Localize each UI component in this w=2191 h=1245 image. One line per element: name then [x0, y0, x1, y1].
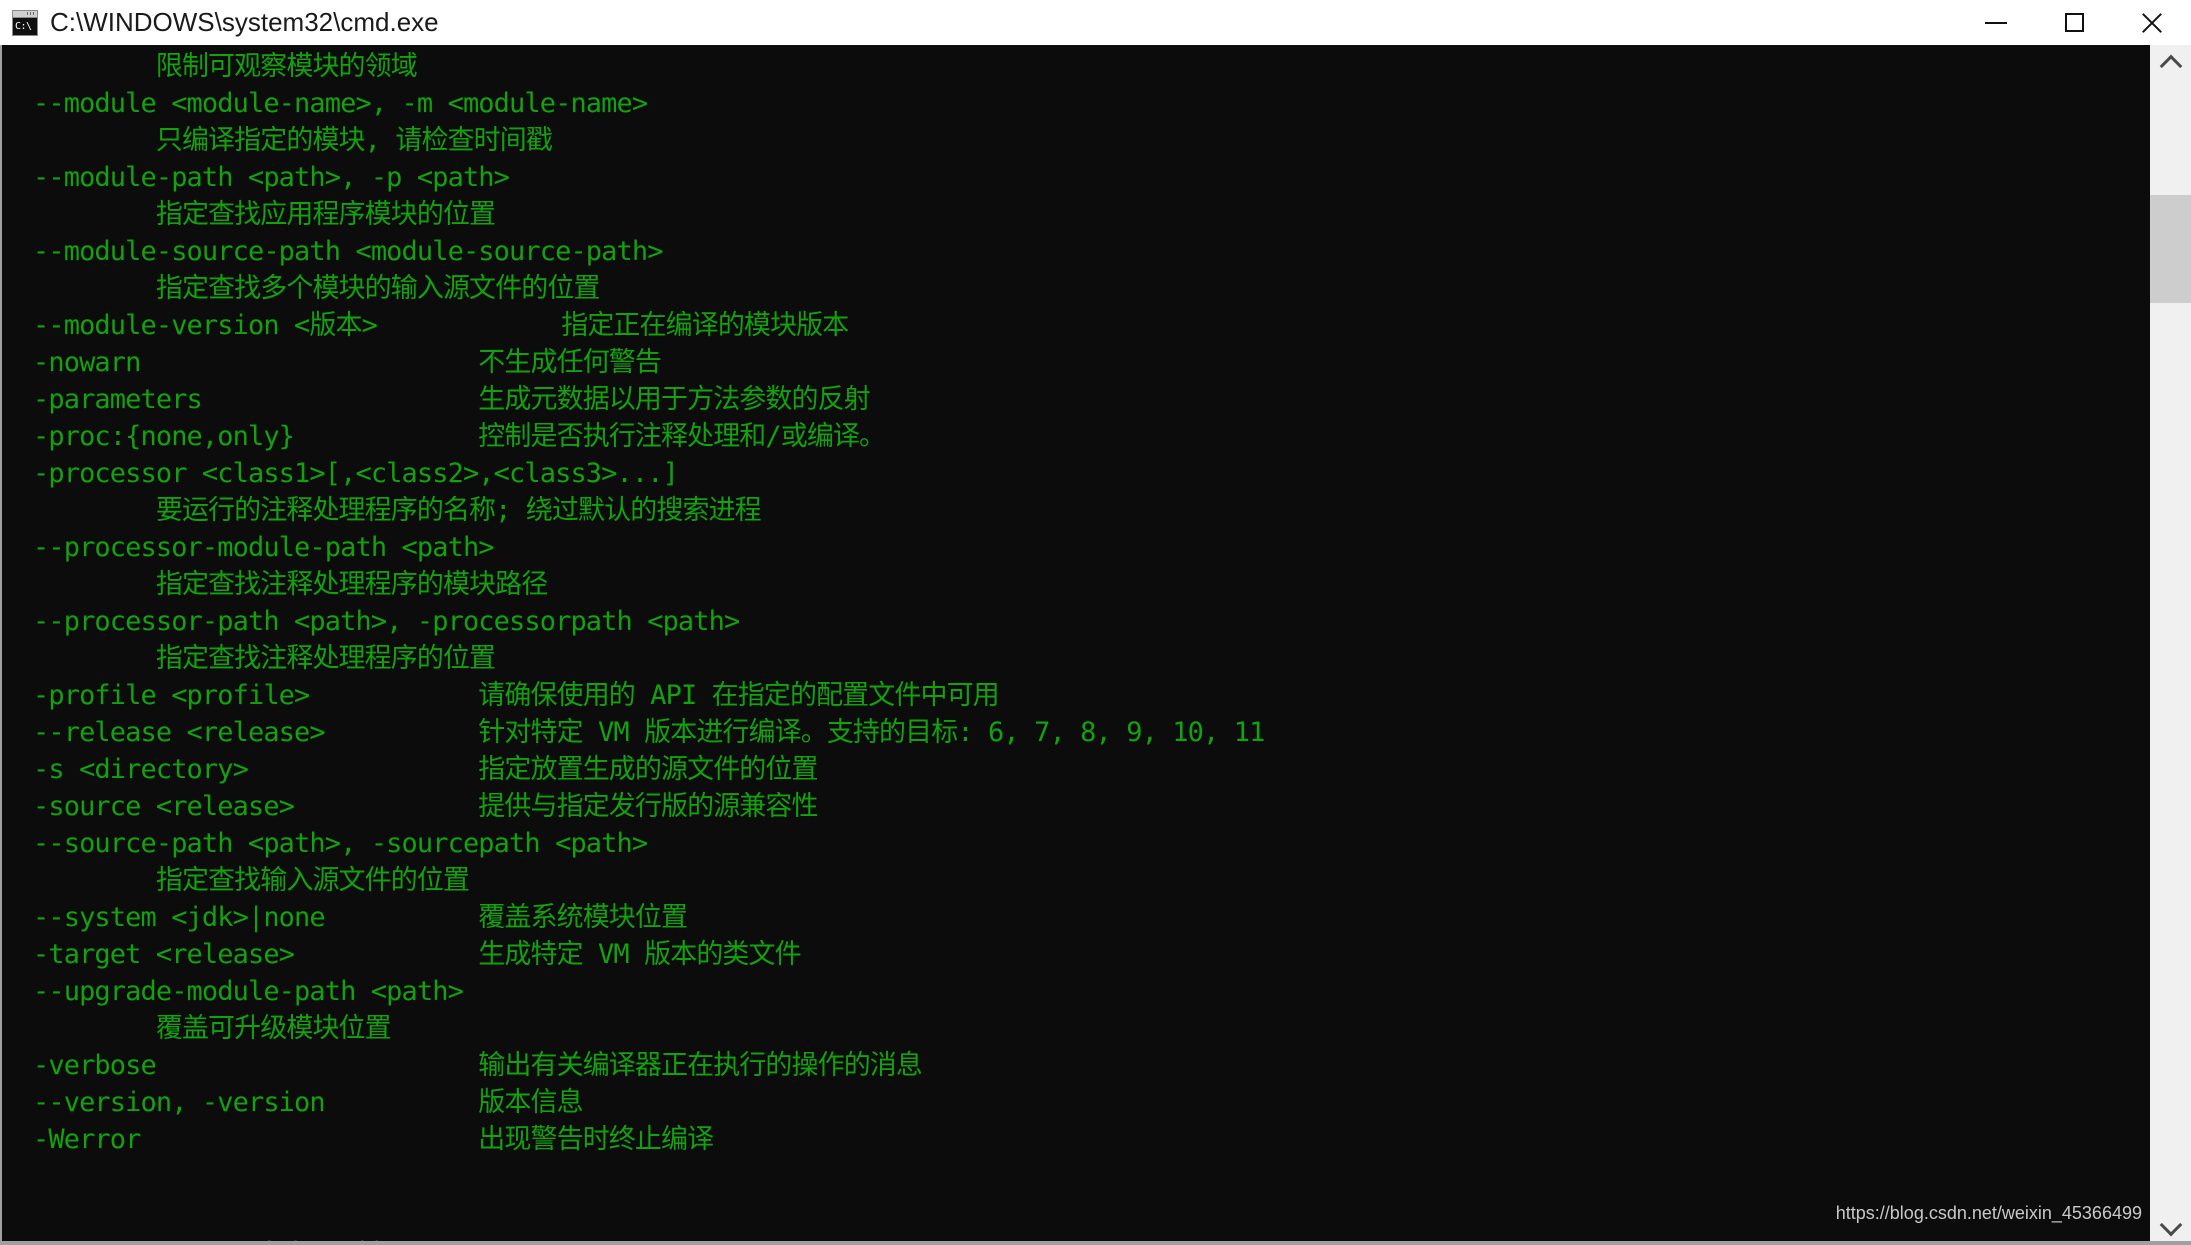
close-button[interactable] [2113, 0, 2191, 45]
window-left-border [0, 45, 2, 1245]
console-line: --processor-path <path>, -processorpath … [33, 606, 740, 637]
console-line: --module-source-path <module-source-path… [33, 236, 663, 267]
chevron-up-icon [2159, 54, 2182, 77]
console-line: 要运行的注释处理程序的名称; 绕过默认的搜索进程 [33, 495, 762, 526]
title-bar-left: C:\ C:\WINDOWS\system32\cmd.exe [0, 7, 1957, 38]
chevron-down-icon [2159, 1213, 2182, 1236]
window-bottom-border [0, 1241, 2191, 1245]
console-line: -profile <profile> 请确保使用的 API 在指定的配置文件中可… [33, 680, 1000, 711]
console-line: -processor <class1>[,<class2>,<class3>..… [33, 458, 679, 489]
close-icon [2140, 11, 2164, 35]
minimize-button[interactable] [1957, 0, 2035, 45]
minimize-icon [1985, 21, 2007, 24]
scroll-up-button[interactable] [2150, 45, 2191, 81]
console-prompt-line[interactable]: C:\Users\caizhengjie> [0, 1197, 432, 1241]
scrollbar-thumb[interactable] [2150, 195, 2191, 303]
console-line: --module-path <path>, -p <path> [33, 162, 510, 193]
console-line: 指定查找注释处理程序的模块路径 [33, 569, 548, 600]
console-line: 限制可观察模块的领域 [33, 51, 418, 82]
cmd-icon: C:\ [12, 9, 38, 36]
console-line: -nowarn 不生成任何警告 [33, 347, 662, 378]
console-line: 指定查找输入源文件的位置 [33, 865, 470, 896]
console-line: -source <release> 提供与指定发行版的源兼容性 [33, 791, 819, 822]
console-line: 覆盖可升级模块位置 [33, 1013, 392, 1044]
console-line: 指定查找多个模块的输入源文件的位置 [33, 273, 601, 304]
cmd-icon-titlebar [13, 10, 37, 18]
maximize-icon [2064, 13, 2084, 32]
console-line: 只编译指定的模块, 请检查时间戳 [33, 125, 553, 156]
console-text: 限制可观察模块的领域 --module <module-name>, -m <mo… [33, 48, 1265, 1158]
console-line: -parameters 生成元数据以用于方法参数的反射 [33, 384, 871, 415]
scroll-down-button[interactable] [2150, 1209, 2191, 1245]
watermark-text: https://blog.csdn.net/weixin_45366499 [1835, 1203, 2142, 1223]
console-line: --upgrade-module-path <path> [33, 976, 464, 1007]
console-line: -s <directory> 指定放置生成的源文件的位置 [33, 754, 819, 785]
maximize-button[interactable] [2035, 0, 2113, 45]
console-line: --processor-module-path <path> [33, 532, 495, 563]
cmd-icon-screen: C:\ [13, 17, 37, 35]
cmd-window: C:\ C:\WINDOWS\system32\cmd.exe 限制可观察模块的… [0, 0, 2191, 1245]
console-line: --version, -version 版本信息 [33, 1087, 584, 1118]
console-output-area[interactable]: 限制可观察模块的领域 --module <module-name>, -m <mo… [0, 45, 2150, 1241]
window-title: C:\WINDOWS\system32\cmd.exe [50, 7, 439, 37]
console-line: -target <release> 生成特定 VM 版本的类文件 [33, 939, 802, 970]
console-line: --source-path <path>, -sourcepath <path> [33, 828, 648, 859]
console-line: -verbose 输出有关编译器正在执行的操作的消息 [33, 1050, 923, 1081]
title-bar[interactable]: C:\ C:\WINDOWS\system32\cmd.exe [0, 0, 2191, 45]
vertical-scrollbar[interactable] [2150, 45, 2191, 1245]
console-line: -Werror 出现警告时终止编译 [33, 1124, 714, 1155]
window-controls [1957, 0, 2191, 45]
console-line: --module <module-name>, -m <module-name> [33, 88, 648, 119]
console-line: --system <jdk>|none 覆盖系统模块位置 [33, 902, 688, 933]
console-line: 指定查找注释处理程序的位置 [33, 643, 496, 674]
console-line: --module-version <版本> 指定正在编译的模块版本 [33, 310, 849, 341]
console-line: -proc:{none,only} 控制是否执行注释处理和/或编译。 [33, 421, 886, 452]
console-line: 指定查找应用程序模块的位置 [33, 199, 496, 230]
console-line: --release <release> 针对特定 VM 版本进行编译。支持的目标… [33, 717, 1265, 748]
